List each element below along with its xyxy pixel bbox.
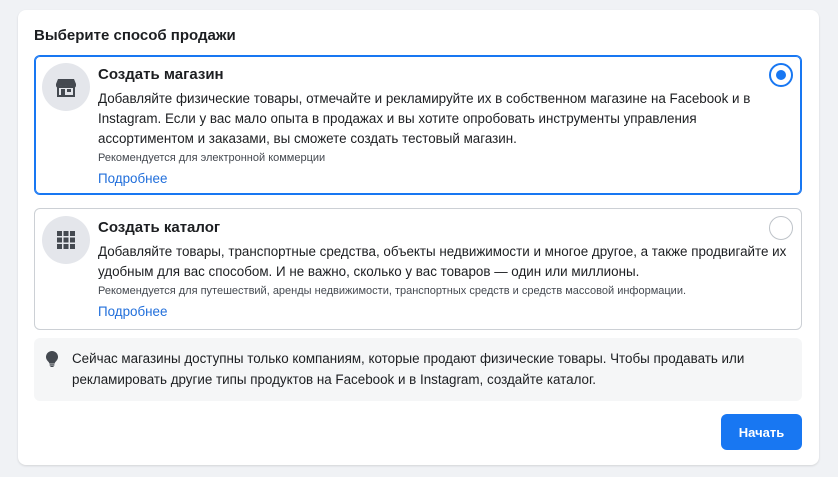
option-description-block: Добавляйте физические товары, отмечайте … [98,89,788,189]
option-create-shop[interactable]: Создать магазин Добавляйте физические то… [34,55,802,195]
start-button[interactable]: Начать [721,414,802,450]
notice-text: Сейчас магазины доступны только компания… [72,351,745,387]
option-description: Добавляйте товары, транспортные средства… [98,244,787,279]
radio-create-shop[interactable] [769,63,793,87]
page-title: Выберите способ продажи [34,27,236,44]
learn-more-link[interactable]: Подробнее [98,169,167,189]
option-description: Добавляйте физические товары, отмечайте … [98,91,751,146]
lightbulb-icon [46,351,58,372]
option-title: Создать магазин [98,66,224,83]
info-notice: Сейчас магазины доступны только компания… [34,338,802,401]
grid-icon [42,216,90,264]
radio-create-catalog[interactable] [769,216,793,240]
option-create-catalog[interactable]: Создать каталог Добавляйте товары, транс… [34,208,802,330]
option-recommendation: Рекомендуется для электронной коммерции [98,152,326,164]
option-description-block: Добавляйте товары, транспортные средства… [98,242,788,322]
option-recommendation: Рекомендуется для путешествий, аренды не… [98,285,687,297]
learn-more-link[interactable]: Подробнее [98,302,167,322]
sales-method-card: Выберите способ продажи Создать магазин … [18,10,819,465]
storefront-icon [42,63,90,111]
option-title: Создать каталог [98,219,221,236]
